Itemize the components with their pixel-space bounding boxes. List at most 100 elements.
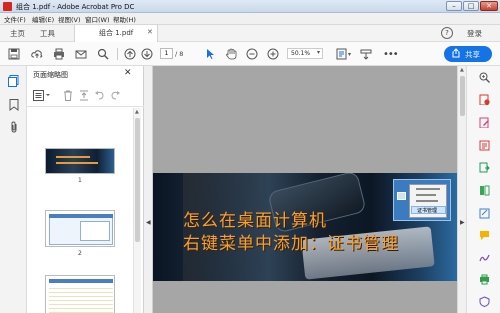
page-number-input[interactable]: 1 [160,48,173,59]
document-scrollbar-thumb[interactable] [460,76,465,116]
protect-icon[interactable] [477,294,491,308]
page-up-icon[interactable] [122,46,137,61]
thumbnail-panel: 页面缩略图 ✕ 1 2 ▲ [27,66,144,313]
thumbnail-1-text [56,156,90,158]
context-menu: 证书管理 [409,184,447,218]
title-bar: 组合 1.pdf - Adobe Acrobat Pro DC – □ ✕ [0,0,500,13]
zoom-out-icon[interactable] [244,46,259,61]
comment-icon[interactable] [477,228,491,242]
chevron-down-icon[interactable]: ▾ [348,51,351,58]
tab-document-label: 组合 1.pdf [99,29,134,37]
crop-page-icon[interactable] [79,90,89,101]
fill-sign-icon[interactable] [477,206,491,220]
create-pdf-icon[interactable] [477,92,491,106]
right-tools-rail [466,66,500,313]
context-menu-item-label: 证书管理 [417,208,438,214]
maximize-button[interactable]: □ [463,1,479,11]
cloud-upload-icon[interactable] [29,46,44,61]
desktop-computer-icon [397,192,406,200]
menu-window[interactable]: 窗口(W) [85,14,110,24]
share-icon [451,48,461,58]
email-icon[interactable] [73,46,88,61]
bookmark-icon[interactable] [9,99,19,111]
minimize-button[interactable]: – [446,1,462,11]
save-icon[interactable] [6,46,21,61]
share-label: 共享 [465,50,480,59]
thumbnail-2-window [80,221,110,241]
panel-title: 页面缩略图 [33,71,68,79]
thumbnail-page-3[interactable] [45,275,115,313]
chevron-right-icon[interactable]: ▶ [460,219,465,226]
edit-pdf-icon[interactable] [477,115,491,129]
thumbnail-number-1: 1 [78,177,82,184]
help-icon[interactable]: ? [441,27,453,39]
context-menu-item [416,200,438,202]
panel-divider [27,106,144,107]
print-icon[interactable] [51,46,66,61]
thumbnail-number-2: 2 [78,250,82,257]
banner-line-1: 怎么在桌面计算机 [183,211,327,231]
tab-close-icon[interactable]: ✕ [147,28,153,36]
menu-edit[interactable]: 编辑(E) [32,14,54,24]
more-tools-icon[interactable]: ••• [383,49,399,60]
toolbar-divider [117,48,118,60]
panel-scrollbar[interactable]: ▲ [133,108,141,313]
attachment-icon[interactable] [9,121,19,133]
context-menu-inset: 证书管理 [393,179,451,221]
select-cursor-icon[interactable] [202,46,217,61]
chevron-left-icon[interactable]: ◀ [146,219,151,226]
zoom-select[interactable]: 50.1% ▾ [287,48,323,59]
zoom-in-icon[interactable] [265,46,280,61]
toolbar: 1 / 8 50.1% ▾ ▾ ••• 共享 [0,42,500,66]
combine-files-icon[interactable] [477,160,491,174]
thumbnail-options-icon[interactable] [33,90,51,101]
pdf-page: 证书管理 怎么在桌面计算机 右键菜单中添加：证书管理 [153,173,457,281]
search-icon[interactable] [95,46,110,61]
scroll-up-arrow-icon[interactable]: ▲ [460,67,464,73]
share-button[interactable]: 共享 [444,46,492,62]
close-icon[interactable]: ✕ [124,68,132,78]
sign-icon[interactable] [477,250,491,264]
organize-pages-icon[interactable] [477,183,491,197]
hand-tool-icon[interactable] [223,46,238,61]
thumbnail-3-window [49,285,113,313]
undo-icon[interactable] [94,90,105,101]
delete-page-icon[interactable] [63,90,73,101]
scroll-up-arrow-icon[interactable]: ▲ [135,109,139,115]
panel-collapse-handle[interactable]: ◀ [144,66,153,313]
menu-file[interactable]: 文件(F) [4,14,26,24]
acrobat-logo-icon [3,2,12,11]
context-menu-item [416,188,440,190]
document-view[interactable]: 证书管理 怎么在桌面计算机 右键菜单中添加：证书管理 [153,66,459,313]
export-pdf-icon[interactable] [477,138,491,152]
search-zoom-icon[interactable] [477,70,491,84]
page-down-icon[interactable] [139,46,154,61]
menu-help[interactable]: 帮助(H) [113,14,136,24]
tab-tools[interactable]: 工具 [40,28,55,39]
menu-view[interactable]: 视图(V) [58,14,81,24]
redo-icon[interactable] [110,90,121,101]
context-menu-item-highlighted: 证书管理 [411,206,446,214]
fit-page-icon[interactable] [334,46,349,61]
tab-home[interactable]: 主页 [10,28,25,39]
thumbnail-1-text [56,162,98,164]
chevron-down-icon: ▾ [317,49,321,56]
scroll-mode-icon[interactable] [358,46,373,61]
panel-scrollbar-thumb[interactable] [135,118,140,242]
thumbnail-page-1[interactable] [45,148,115,174]
context-menu-item [416,194,436,196]
thumbnail-page-2[interactable] [45,210,115,247]
document-scrollbar[interactable]: ▲ ▶ [457,66,466,313]
left-navigation-rail [0,66,27,313]
window-title: 组合 1.pdf - Adobe Acrobat Pro DC [16,3,135,11]
menu-bar: 文件(F) 编辑(E) 视图(V) 窗口(W) 帮助(H) [0,13,500,25]
banner-line-2: 右键菜单中添加：证书管理 [183,234,399,254]
page-thumbnails-icon[interactable] [8,75,19,87]
tab-document[interactable]: 组合 1.pdf ✕ [74,25,158,42]
zoom-value: 50.1% [291,50,311,57]
print-production-icon[interactable] [477,272,491,286]
thumbnail-3-window [49,279,113,283]
login-link[interactable]: 登录 [467,28,482,39]
close-button[interactable]: ✕ [480,1,498,11]
tab-bar: 主页 工具 组合 1.pdf ✕ ? 登录 [0,25,500,42]
